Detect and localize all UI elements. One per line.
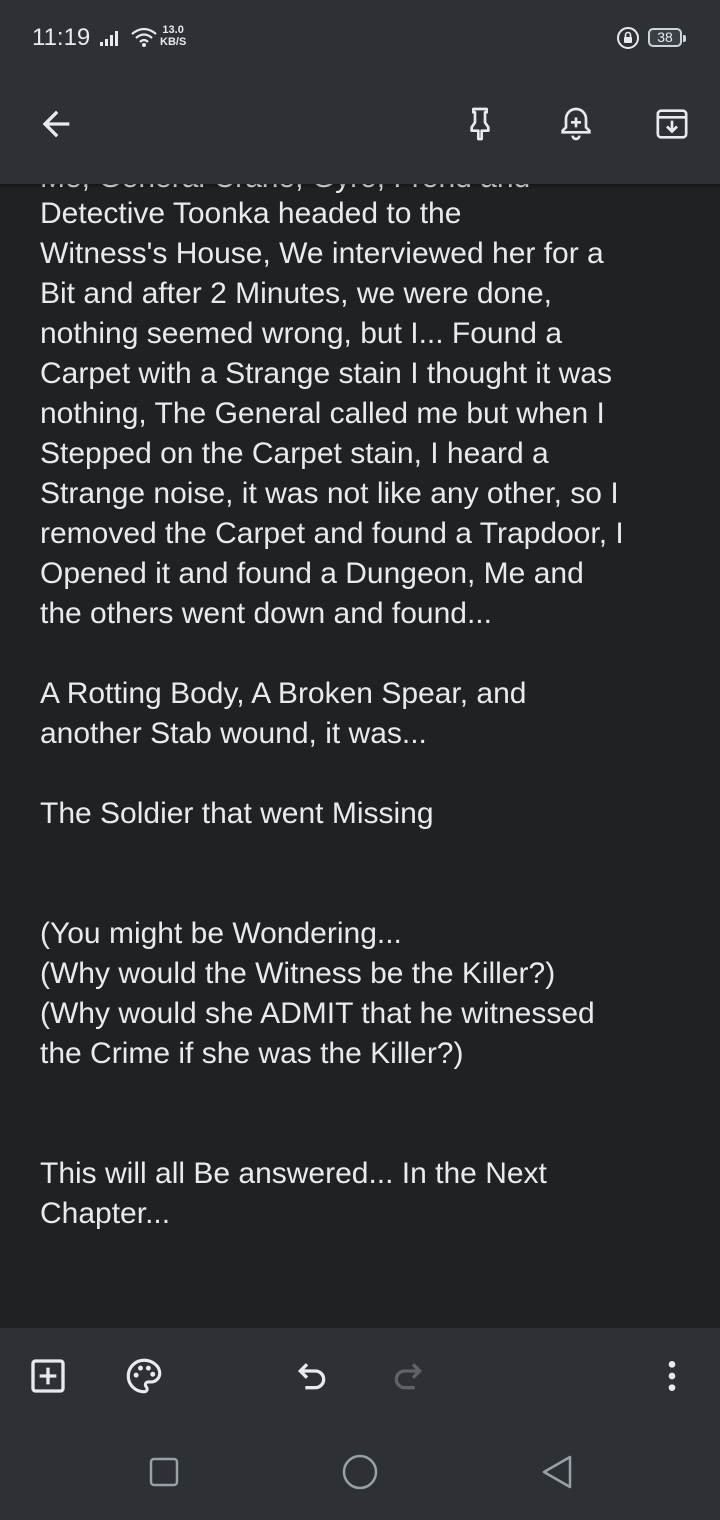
archive-button[interactable]: [644, 96, 700, 152]
note-body[interactable]: Me, General Crane, Gyro, Frend and Detec…: [0, 130, 720, 1328]
status-time: 11:19: [32, 24, 91, 51]
note-line: removed the Carpet and found a Trapdoor,…: [40, 517, 624, 550]
editor-bottom-bar: [0, 1328, 720, 1424]
note-line: Strange noise, it was not like any other…: [40, 477, 619, 510]
lock-rotation-icon: [616, 26, 640, 55]
note-paragraph-4: (You might be Wondering... (Why would th…: [40, 914, 690, 1074]
note-line: the others went down and found...: [40, 597, 492, 630]
home-circle-icon: [342, 1454, 378, 1490]
redo-button[interactable]: [384, 1352, 432, 1400]
add-box-icon: [31, 1359, 65, 1393]
note-line: A Rotting Body, A Broken Spear, and: [40, 677, 527, 710]
system-back-button[interactable]: [532, 1448, 580, 1496]
note-line: Stepped on the Carpet stain, I heard a: [40, 437, 549, 470]
reminder-bell-icon: [561, 107, 591, 141]
network-speed-unit: KB/S: [160, 36, 187, 48]
note-paragraph-2: A Rotting Body, A Broken Spear, and anot…: [40, 674, 690, 754]
note-line: Opened it and found a Dungeon, Me and: [40, 557, 584, 590]
note-line: the Crime if she was the Killer?): [40, 1037, 464, 1070]
network-speed: 13.0 KB/S: [160, 24, 186, 48]
recents-square-icon: [149, 1457, 179, 1487]
pin-button[interactable]: [452, 96, 508, 152]
note-paragraph-5: This will all Be answered... In the Next…: [40, 1154, 690, 1234]
back-button[interactable]: [28, 96, 84, 152]
note-line: Detective Toonka headed to the: [40, 197, 462, 230]
wifi-icon: [130, 26, 158, 53]
redo-icon: [394, 1363, 423, 1390]
note-line: Bit and after 2 Minutes, we were done,: [40, 277, 552, 310]
add-content-button[interactable]: [24, 1352, 72, 1400]
back-arrow-icon: [42, 110, 70, 138]
note-line: (You might be Wondering...: [40, 917, 402, 950]
battery-icon: 38: [648, 28, 686, 47]
palette-icon: [126, 1358, 162, 1394]
more-options-button[interactable]: [648, 1352, 696, 1400]
note-line: Carpet with a Strange stain I thought it…: [40, 357, 612, 390]
archive-icon: [656, 109, 688, 139]
note-line: Witness's House, We interviewed her for …: [40, 237, 604, 270]
home-button[interactable]: [336, 1448, 384, 1496]
note-line: The Soldier that went Missing: [40, 797, 434, 830]
note-paragraph-3: The Soldier that went Missing: [40, 794, 690, 834]
network-speed-value: 13.0: [162, 24, 184, 36]
note-line: another Stab wound, it was...: [40, 717, 427, 750]
note-line: (Why would the Witness be the Killer?): [40, 957, 556, 990]
reminder-button[interactable]: [548, 96, 604, 152]
system-nav-bar: [0, 1424, 720, 1520]
undo-button[interactable]: [288, 1352, 336, 1400]
recents-button[interactable]: [140, 1448, 188, 1496]
note-line: nothing, The General called me but when …: [40, 397, 605, 430]
background-color-button[interactable]: [120, 1352, 168, 1400]
status-bar: 11:19 13.0 KB/S 38: [0, 0, 720, 72]
note-paragraph-1: Detective Toonka headed to the Witness's…: [40, 194, 690, 634]
back-triangle-icon: [542, 1455, 572, 1489]
pin-icon: [470, 107, 490, 141]
note-line: (Why would she ADMIT that he witnessed: [40, 997, 595, 1030]
signal-icon: [100, 28, 122, 51]
note-line: This will all Be answered... In the Next: [40, 1157, 547, 1190]
note-line: nothing seemed wrong, but I... Found a: [40, 317, 562, 350]
more-vert-icon: [668, 1361, 676, 1391]
note-line: Chapter...: [40, 1197, 171, 1230]
note-toolbar: [0, 72, 720, 184]
undo-icon: [297, 1363, 326, 1390]
